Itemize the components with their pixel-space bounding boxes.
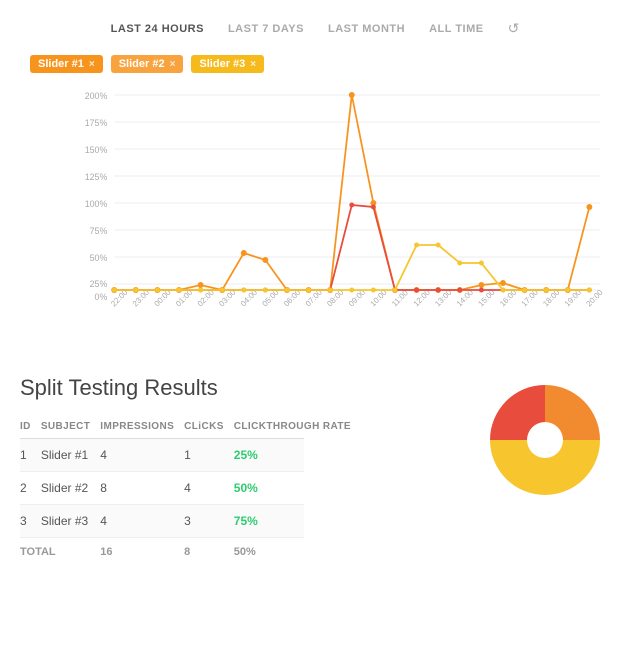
line-slider3 (114, 245, 589, 290)
filter-last7d[interactable]: LAST 7 DAYS (228, 23, 304, 35)
row1-subject: Slider #1 (41, 439, 100, 472)
slider-tag-3-label: Slider #3 (199, 58, 245, 70)
footer-clicks: 8 (184, 538, 234, 567)
row1-impressions: 4 (100, 439, 184, 472)
results-table-wrapper: Split Testing Results ID SUBJECT IMPRESS… (20, 375, 460, 566)
slider-tag-1-label: Slider #1 (38, 58, 84, 70)
row3-rate: 75% (234, 505, 304, 538)
svg-text:25%: 25% (90, 279, 108, 289)
slider-tag-3-close[interactable]: × (250, 59, 256, 70)
results-section: Split Testing Results ID SUBJECT IMPRESS… (20, 375, 610, 566)
chart-svg: 200% 175% 150% 125% 100% 75% 50% 25% 0% … (70, 85, 610, 305)
svg-text:125%: 125% (85, 172, 108, 182)
svg-text:0%: 0% (95, 292, 108, 302)
table-row: 1 Slider #1 4 1 25% (20, 439, 304, 472)
filter-lastmonth[interactable]: LAST MONTH (328, 23, 405, 35)
slider-tag-1-close[interactable]: × (89, 59, 95, 70)
col-id: ID (20, 415, 41, 439)
row3-clicks: 3 (184, 505, 234, 538)
row3-id: 3 (20, 505, 41, 538)
slider-tags: Slider #1 × Slider #2 × Slider #3 × (20, 55, 610, 73)
footer-rate: 50% (234, 538, 304, 567)
filter-last24h[interactable]: LAST 24 HOURS (111, 23, 204, 35)
svg-text:50%: 50% (90, 253, 108, 263)
row2-clicks: 4 (184, 472, 234, 505)
row2-impressions: 8 (100, 472, 184, 505)
row3-subject: Slider #3 (41, 505, 100, 538)
slider-tag-3[interactable]: Slider #3 × (191, 55, 264, 73)
row1-id: 1 (20, 439, 41, 472)
row2-subject: Slider #2 (41, 472, 100, 505)
dots-slider2 (112, 203, 592, 293)
dots-slider3 (112, 243, 592, 293)
row2-id: 2 (20, 472, 41, 505)
footer-label: TOTAL (20, 538, 100, 567)
table-header-row: ID SUBJECT IMPRESSIONS CLiCKS CLICKTHROU… (20, 415, 304, 439)
results-title: Split Testing Results (20, 375, 460, 401)
row2-rate: 50% (234, 472, 304, 505)
reset-button[interactable]: ↺ (508, 20, 520, 37)
time-filter-bar: LAST 24 HOURS LAST 7 DAYS LAST MONTH ALL… (20, 20, 610, 37)
svg-text:100%: 100% (85, 199, 108, 209)
row3-impressions: 4 (100, 505, 184, 538)
slider-tag-2[interactable]: Slider #2 × (111, 55, 184, 73)
line-slider1 (114, 95, 589, 290)
svg-text:200%: 200% (85, 91, 108, 101)
row1-rate: 25% (234, 439, 304, 472)
line-chart: 200% 175% 150% 125% 100% 75% 50% 25% 0% … (20, 85, 610, 345)
svg-text:75%: 75% (90, 226, 108, 236)
slider-tag-2-close[interactable]: × (170, 59, 176, 70)
svg-text:150%: 150% (85, 145, 108, 155)
col-ctr: CLICKTHROUGH RATE (234, 415, 304, 439)
y-axis: 200% 175% 150% 125% 100% 75% 50% 25% 0% (85, 91, 600, 302)
filter-alltime[interactable]: ALL TIME (429, 23, 484, 35)
slider-tag-2-label: Slider #2 (119, 58, 165, 70)
table-row: 3 Slider #3 4 3 75% (20, 505, 304, 538)
col-clicks: CLiCKS (184, 415, 234, 439)
col-subject: SUBJECT (41, 415, 100, 439)
row1-clicks: 1 (184, 439, 234, 472)
pie-hole (527, 422, 563, 458)
results-table: ID SUBJECT IMPRESSIONS CLiCKS CLICKTHROU… (20, 415, 304, 566)
pie-svg (480, 375, 610, 505)
slider-tag-1[interactable]: Slider #1 × (30, 55, 103, 73)
table-row: 2 Slider #2 8 4 50% (20, 472, 304, 505)
svg-text:175%: 175% (85, 118, 108, 128)
line-slider2 (114, 205, 589, 290)
footer-impressions: 16 (100, 538, 184, 567)
col-impressions: IMPRESSIONS (100, 415, 184, 439)
pie-chart (480, 375, 610, 505)
table-footer-row: TOTAL 16 8 50% (20, 538, 304, 567)
